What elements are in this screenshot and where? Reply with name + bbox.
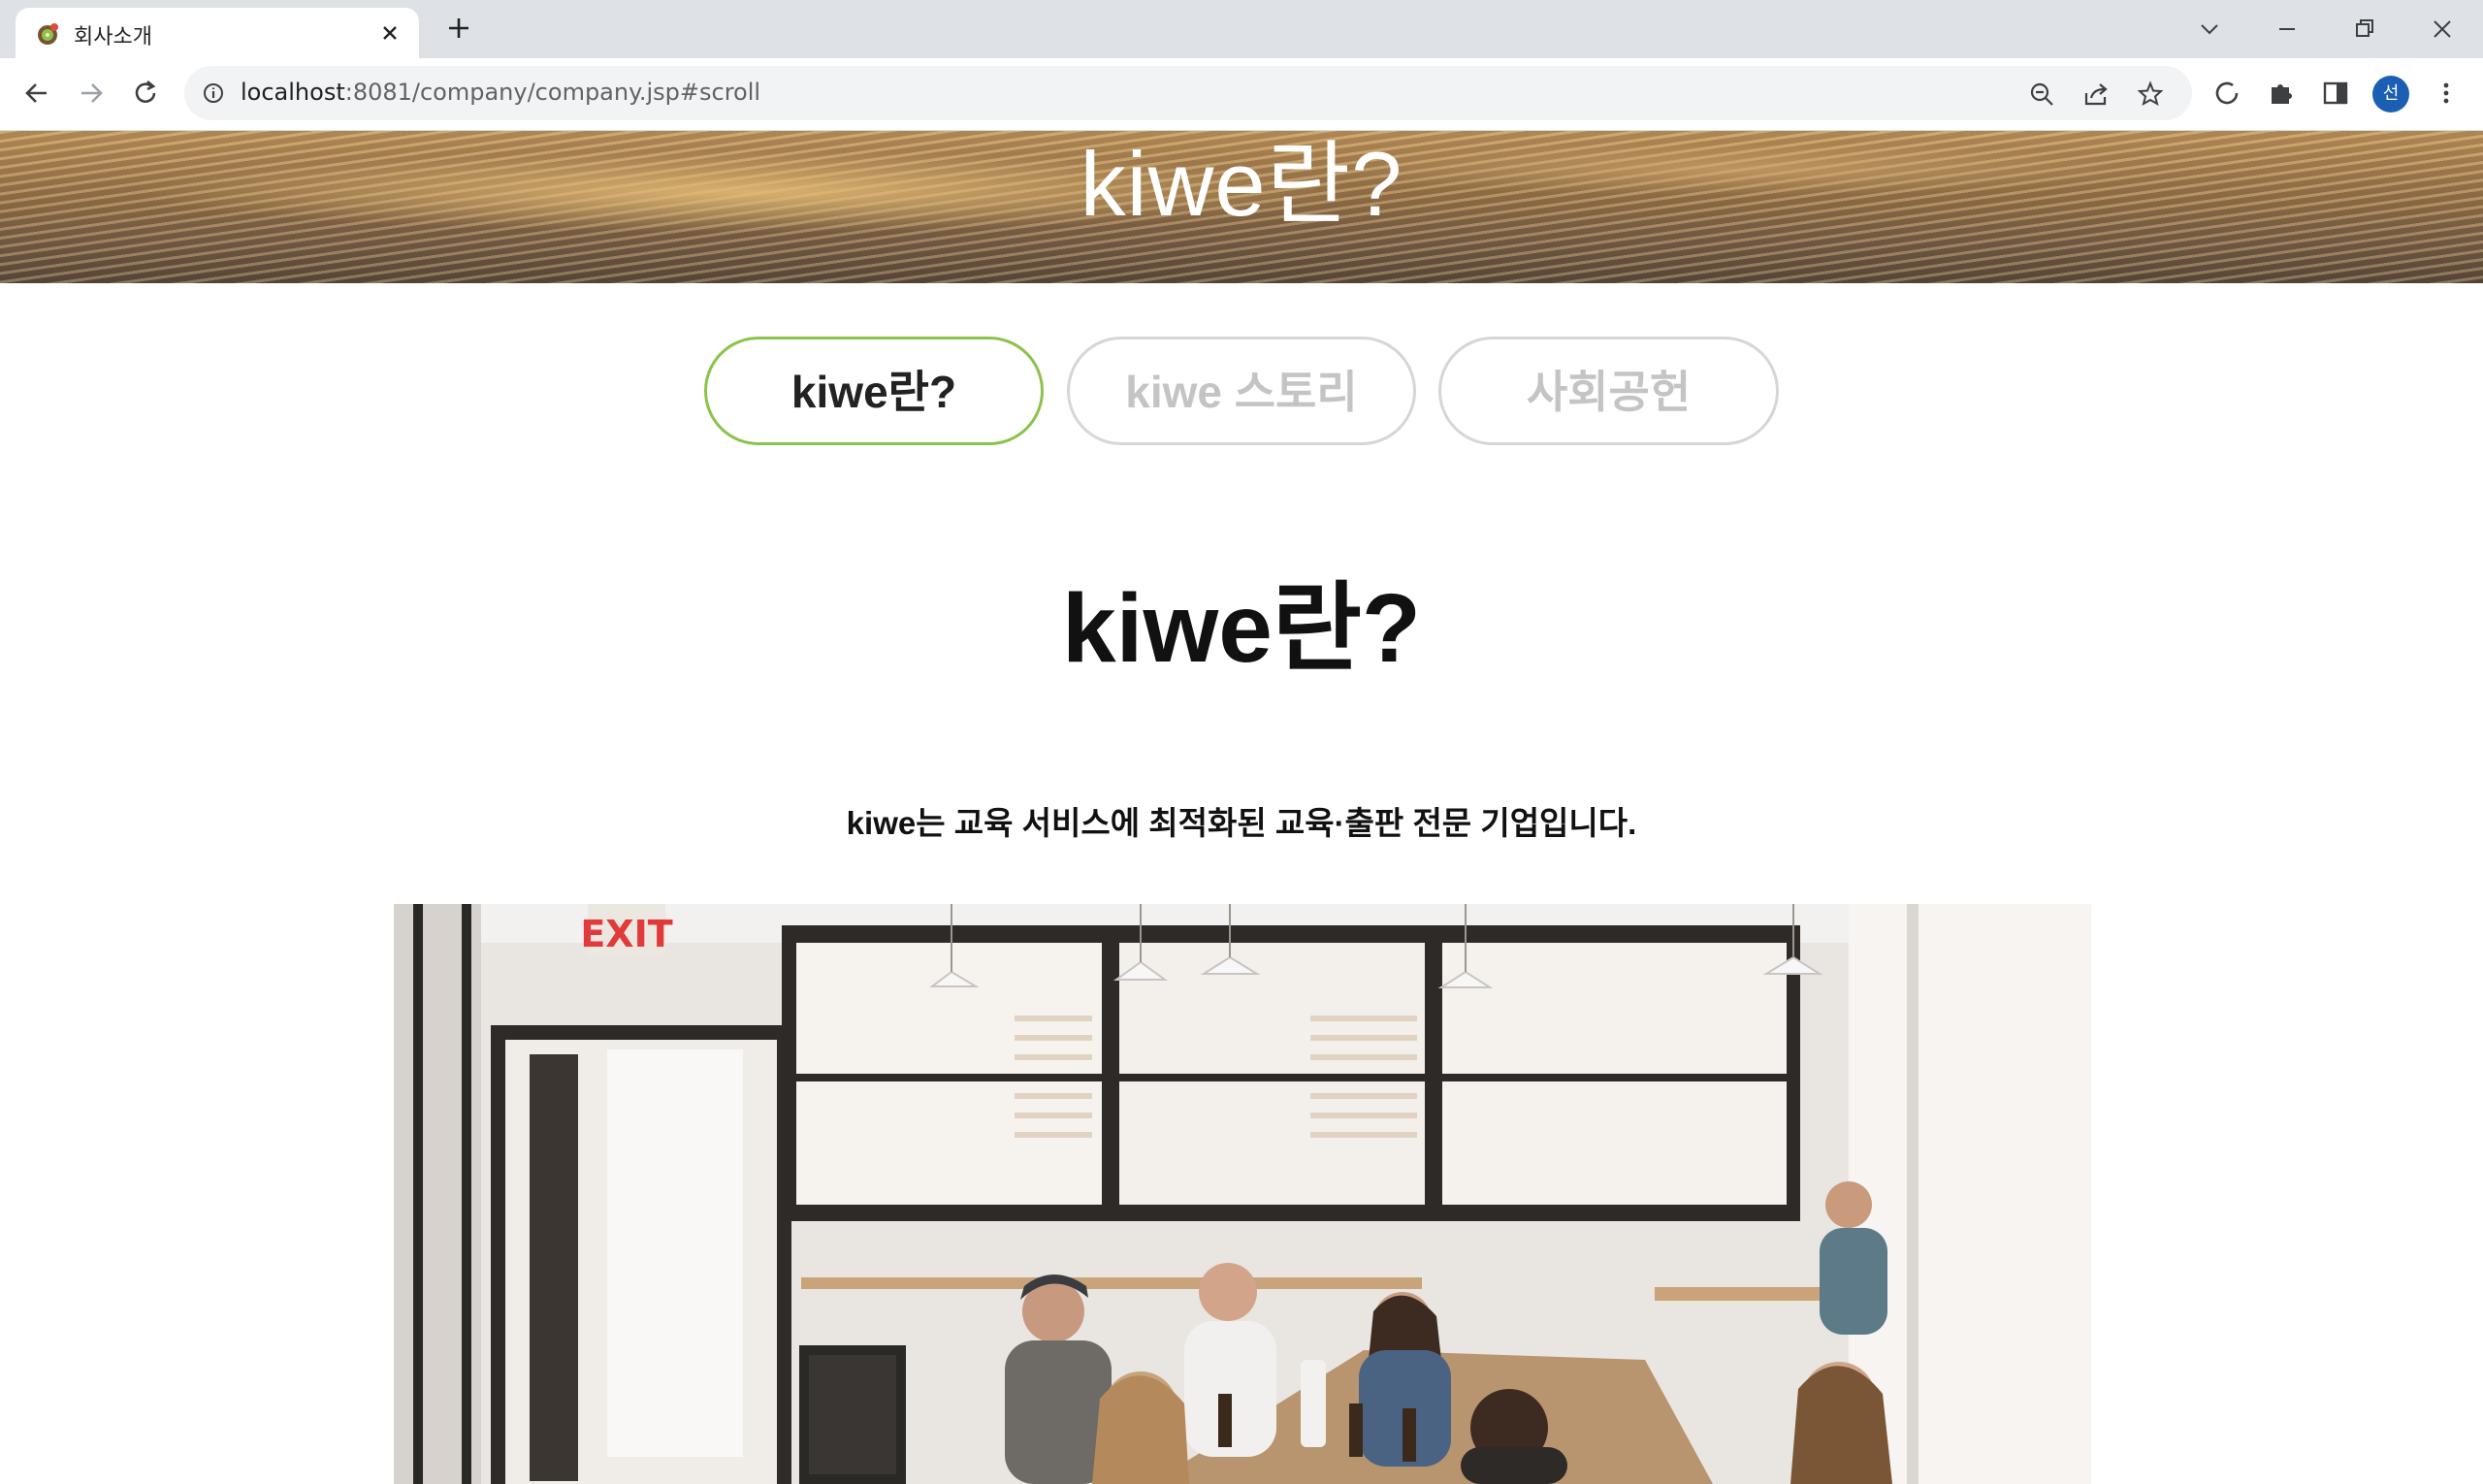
subnav-tab-about[interactable]: kiwe란? <box>704 337 1044 445</box>
browser-toolbar: localhost:8081/company/company.jsp#scrol… <box>0 58 2483 131</box>
office-photo-illustration: EXIT <box>394 904 2091 1484</box>
address-bar[interactable]: localhost:8081/company/company.jsp#scrol… <box>184 66 2192 120</box>
bookmark-star-icon[interactable] <box>2136 80 2165 109</box>
reload-icon[interactable] <box>128 76 163 111</box>
new-tab-icon[interactable] <box>444 14 473 43</box>
site-info-icon[interactable] <box>202 81 225 105</box>
back-icon[interactable] <box>19 76 54 111</box>
office-team-photo: EXIT <box>394 904 2091 1484</box>
tab-title: 회사소개 <box>74 25 152 49</box>
more-menu-icon[interactable] <box>2431 78 2462 109</box>
browser-tab[interactable]: 회사소개 <box>16 8 419 58</box>
subnav-tab-social-contribution[interactable]: 사회공헌 <box>1438 337 1779 445</box>
browser-tab-strip: 회사소개 <box>0 0 2483 58</box>
extensions-puzzle-icon[interactable] <box>2266 78 2297 109</box>
close-tab-icon[interactable] <box>378 21 402 45</box>
kiwi-favicon-icon <box>38 23 58 45</box>
subnav-tab-story[interactable]: kiwe 스토리 <box>1067 337 1416 445</box>
profile-avatar[interactable]: 선 <box>2372 76 2409 113</box>
forward-icon[interactable] <box>74 76 109 111</box>
restore-icon[interactable] <box>2345 10 2384 48</box>
url-path: :8081/company/company.jsp#scroll <box>344 79 761 106</box>
hero-title: kiwe란? <box>1080 133 1403 235</box>
minimize-icon[interactable] <box>2268 10 2306 48</box>
url-host: localhost <box>241 79 345 106</box>
url-text[interactable]: localhost:8081/company/company.jsp#scrol… <box>241 79 760 106</box>
zoom-icon[interactable] <box>2027 80 2056 109</box>
hero-banner: kiwe란? <box>0 131 2483 283</box>
exit-sign: EXIT <box>580 913 672 955</box>
side-panel-icon[interactable] <box>2320 78 2351 109</box>
tab-search-chevron-icon[interactable] <box>2190 10 2229 48</box>
section-title: kiwe란? <box>1062 574 1421 683</box>
share-icon[interactable] <box>2081 80 2111 109</box>
company-intro-text: kiwe는 교육 서비스에 최적화된 교육·출판 전문 기업입니다. <box>846 805 1637 841</box>
window-close-icon[interactable] <box>2423 10 2462 48</box>
extension-refresh-icon[interactable] <box>2211 78 2242 109</box>
